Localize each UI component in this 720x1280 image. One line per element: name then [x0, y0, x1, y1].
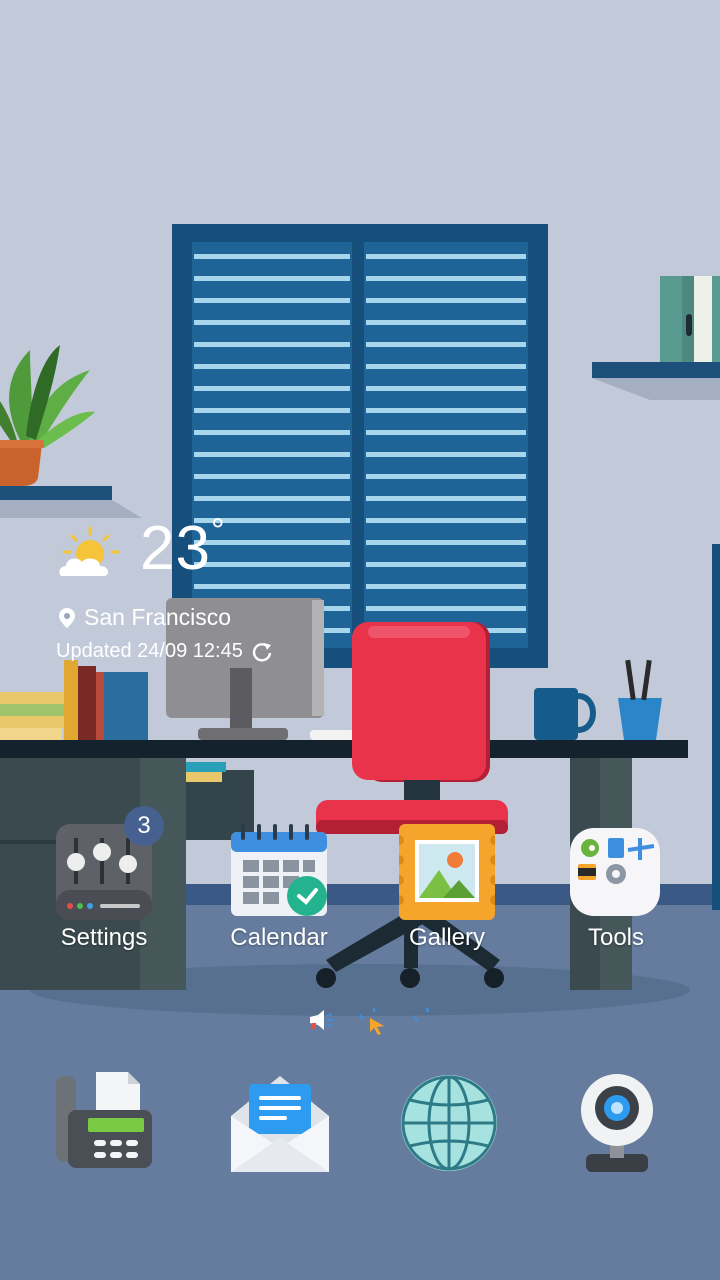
announcement-page-icon[interactable] — [306, 1008, 334, 1032]
updated-label: Updated 24/09 12:45 — [56, 640, 243, 662]
email-icon — [231, 1076, 329, 1172]
globe-icon — [401, 1075, 497, 1171]
weather-updated: Updated 24/09 12:45 — [56, 640, 273, 663]
app-label-settings: Settings — [60, 924, 148, 951]
degree-symbol: ° — [210, 512, 226, 550]
partly-sunny-icon — [59, 526, 120, 576]
location-label: San Francisco — [84, 604, 232, 630]
temperature: 23° — [140, 512, 226, 583]
notification-badge: 3 — [124, 806, 164, 846]
page-indicator[interactable] — [306, 1008, 436, 1036]
dock-email[interactable] — [225, 1068, 335, 1178]
dock-camera[interactable] — [562, 1068, 672, 1178]
location-pin-icon — [59, 607, 75, 628]
dock-fax-phone[interactable] — [48, 1068, 158, 1178]
tools-folder-icon — [570, 828, 660, 916]
app-gallery[interactable]: Gallery — [377, 824, 517, 952]
webcam-icon — [581, 1074, 653, 1172]
cursor-page-icon[interactable] — [360, 1008, 388, 1036]
app-tools[interactable]: Tools — [546, 824, 686, 952]
refresh-icon[interactable] — [251, 641, 273, 663]
fax-phone-icon — [56, 1072, 152, 1168]
calendar-icon — [231, 824, 327, 916]
dock-browser[interactable] — [394, 1068, 504, 1178]
app-label-gallery: Gallery — [408, 924, 486, 951]
app-label-calendar: Calendar — [230, 924, 328, 951]
app-label-tools: Tools — [587, 924, 645, 951]
gallery-icon — [394, 824, 500, 920]
app-calendar[interactable]: Calendar — [209, 824, 349, 952]
loading-page-icon[interactable] — [414, 1008, 436, 1030]
location: San Francisco — [58, 604, 231, 631]
